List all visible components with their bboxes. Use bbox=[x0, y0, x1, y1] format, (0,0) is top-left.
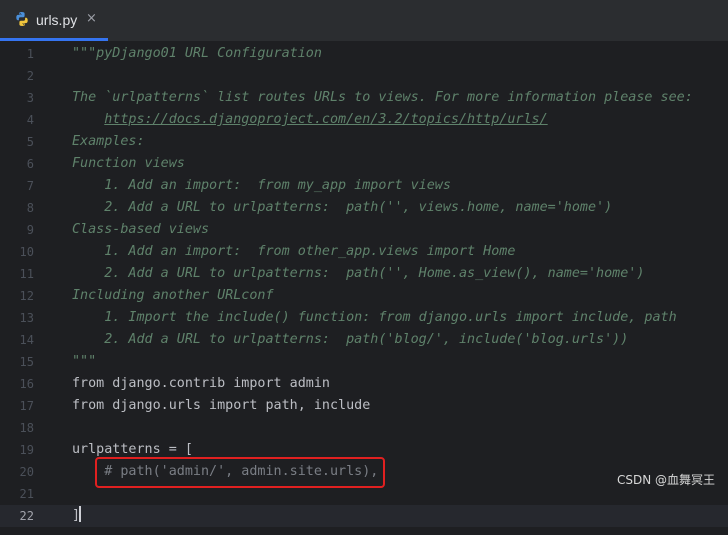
line-number: 9 bbox=[26, 223, 34, 237]
code-text: from django.contrib import admin bbox=[72, 373, 330, 395]
code-content: Class-based views bbox=[72, 222, 210, 237]
close-tab-icon[interactable]: × bbox=[86, 11, 97, 26]
line-number: 18 bbox=[19, 421, 34, 435]
code-text: """pyDjango01 URL Configuration bbox=[72, 43, 322, 65]
code-line[interactable]: 17 from django.urls import path, include bbox=[0, 395, 728, 417]
code-text: ] bbox=[72, 505, 82, 527]
code-line[interactable]: 14 2. Add a URL to urlpatterns: path('bl… bbox=[0, 329, 728, 351]
code-text: from django.urls import path, include bbox=[72, 395, 370, 417]
line-number: 19 bbox=[19, 443, 34, 457]
code-content: 2. Add a URL to urlpatterns: path('', vi… bbox=[72, 200, 613, 215]
code-text: https://docs.djangoproject.com/en/3.2/to… bbox=[72, 109, 547, 131]
code-line[interactable]: 1 """pyDjango01 URL Configuration bbox=[0, 43, 728, 65]
tab-urls-py[interactable]: urls.py × bbox=[0, 0, 108, 41]
code-content: 2. Add a URL to urlpatterns: path('blog/… bbox=[72, 332, 629, 347]
line-number: 3 bbox=[26, 91, 34, 105]
line-number: 2 bbox=[26, 69, 34, 83]
code-line[interactable]: 10 1. Add an import: from other_app.view… bbox=[0, 241, 728, 263]
code-content: Examples: bbox=[72, 134, 145, 149]
line-number: 15 bbox=[19, 355, 34, 369]
code-text: 1. Import the include() function: from d… bbox=[72, 307, 677, 329]
line-number: 10 bbox=[19, 245, 34, 259]
code-text: Including another URLconf bbox=[72, 285, 274, 307]
line-number: 14 bbox=[19, 333, 34, 347]
line-number: 20 bbox=[19, 465, 34, 479]
editor-tab-bar: urls.py × bbox=[0, 0, 728, 42]
code-line[interactable]: 7 1. Add an import: from my_app import v… bbox=[0, 175, 728, 197]
line-number: 6 bbox=[26, 157, 34, 171]
code-line[interactable]: 9 Class-based views bbox=[0, 219, 728, 241]
code-editor[interactable]: 1 """pyDjango01 URL Configuration 2 3 The `u… bbox=[0, 42, 728, 535]
code-content: urlpatterns = [ bbox=[72, 442, 193, 457]
code-line[interactable]: 2 bbox=[0, 65, 728, 87]
line-number: 21 bbox=[19, 487, 34, 501]
line-number: 7 bbox=[26, 179, 34, 193]
code-line[interactable]: 22] bbox=[0, 505, 728, 527]
line-number: 1 bbox=[26, 47, 34, 61]
code-text: Class-based views bbox=[72, 219, 209, 241]
python-file-icon bbox=[16, 12, 28, 26]
text-caret bbox=[79, 506, 82, 522]
code-content: The `urlpatterns` list routes URLs to vi… bbox=[72, 90, 693, 105]
code-text: Examples: bbox=[72, 131, 145, 153]
code-text: The `urlpatterns` list routes URLs to vi… bbox=[72, 87, 693, 109]
watermark: CSDN @血舞冥王 bbox=[617, 473, 716, 487]
code-line[interactable]: 6 Function views bbox=[0, 153, 728, 175]
code-line[interactable]: 3 The `urlpatterns` list routes URLs to v… bbox=[0, 87, 728, 109]
line-number: 12 bbox=[19, 289, 34, 303]
code-text: 2. Add a URL to urlpatterns: path('', vi… bbox=[72, 197, 612, 219]
code-line[interactable]: 4 https://docs.djangoproject.com/en/3.2/… bbox=[0, 109, 728, 131]
code-content: 1. Import the include() function: from d… bbox=[72, 310, 677, 325]
code-content: 1. Add an import: from other_app.views i… bbox=[72, 244, 516, 259]
code-content: Function views bbox=[72, 156, 185, 171]
code-line[interactable]: 13 1. Import the include() function: fro… bbox=[0, 307, 728, 329]
docs-link[interactable]: https://docs.djangoproject.com/en/3.2/to… bbox=[104, 112, 547, 127]
code-line[interactable]: 16 from django.contrib import admin bbox=[0, 373, 728, 395]
code-content: from django.contrib import admin bbox=[72, 376, 330, 391]
code-line[interactable]: 5 Examples: bbox=[0, 131, 728, 153]
code-text: """ bbox=[72, 351, 96, 373]
code-content: 1. Add an import: from my_app import vie… bbox=[72, 178, 451, 193]
code-line[interactable]: 8 2. Add a URL to urlpatterns: path('', … bbox=[0, 197, 728, 219]
code-line[interactable]: 18 bbox=[0, 417, 728, 439]
line-number: 17 bbox=[19, 399, 34, 413]
line-number: 22 bbox=[19, 509, 34, 523]
code-line[interactable]: 11 2. Add a URL to urlpatterns: path('',… bbox=[0, 263, 728, 285]
code-content: """pyDjango01 URL Configuration bbox=[72, 46, 322, 61]
code-text: Function views bbox=[72, 153, 185, 175]
code-text: 1. Add an import: from my_app import vie… bbox=[72, 175, 451, 197]
line-number: 4 bbox=[26, 113, 34, 127]
code-line[interactable]: 12 Including another URLconf bbox=[0, 285, 728, 307]
line-number: 11 bbox=[19, 267, 34, 281]
line-number: 8 bbox=[26, 201, 34, 215]
line-number: 16 bbox=[19, 377, 34, 391]
tab-filename: urls.py bbox=[36, 12, 78, 28]
line-number: 5 bbox=[26, 135, 34, 149]
code-content: """ bbox=[72, 354, 97, 369]
code-content: 2. Add a URL to urlpatterns: path('', Ho… bbox=[72, 266, 645, 281]
annotation-highlight-box bbox=[95, 457, 385, 488]
line-number: 13 bbox=[19, 311, 34, 325]
code-line[interactable]: 15 """ bbox=[0, 351, 728, 373]
code-text: 2. Add a URL to urlpatterns: path('', Ho… bbox=[72, 263, 644, 285]
code-text: 2. Add a URL to urlpatterns: path('blog/… bbox=[72, 329, 628, 351]
code-content: Including another URLconf bbox=[72, 288, 274, 303]
code-text: 1. Add an import: from other_app.views i… bbox=[72, 241, 515, 263]
code-content: from django.urls import path, include bbox=[72, 398, 371, 413]
